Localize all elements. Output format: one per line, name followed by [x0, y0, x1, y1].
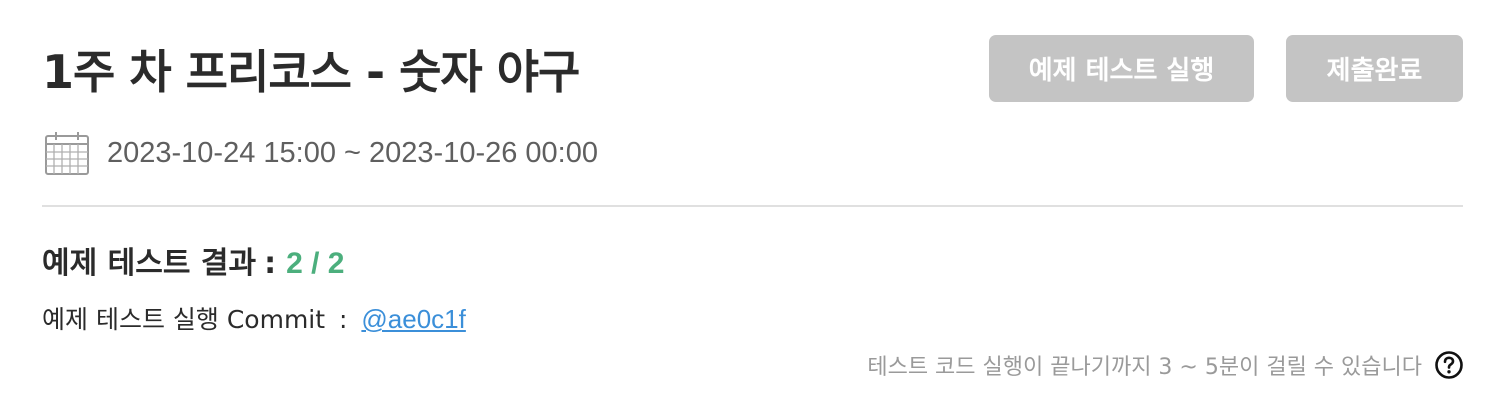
test-result-label: 예제 테스트 결과 — [42, 246, 257, 281]
commit-label: 예제 테스트 실행 Commit — [42, 305, 326, 334]
notice-text: 테스트 코드 실행이 끝나기까지 3 ~ 5분이 걸릴 수 있습니다 — [867, 355, 1422, 380]
submit-complete-button[interactable]: 제출완료 — [1286, 35, 1463, 102]
calendar-icon — [45, 132, 89, 175]
schedule-period: 2023-10-24 15:00 ~ 2023-10-26 00:00 — [107, 136, 598, 169]
test-result-separator: : — [264, 246, 277, 281]
commit-info: 예제 테스트 실행 Commit : @ae0c1f — [42, 300, 466, 336]
divider — [42, 205, 1463, 207]
commit-separator: : — [339, 305, 348, 334]
page-title: 1주 차 프리코스 - 숫자 야구 — [42, 45, 580, 99]
test-result: 예제 테스트 결과 : 2 / 2 — [42, 238, 344, 282]
assignment-page: 1주 차 프리코스 - 숫자 야구 예제 테스트 실행 제출완료 2023-10… — [0, 0, 1506, 416]
test-result-score: 2 / 2 — [286, 247, 345, 280]
run-sample-test-button[interactable]: 예제 테스트 실행 — [989, 35, 1254, 102]
notice: 테스트 코드 실행이 끝나기까지 3 ~ 5분이 걸릴 수 있습니다 — [867, 345, 1464, 385]
help-icon[interactable] — [1434, 350, 1464, 380]
schedule-row: 2023-10-24 15:00 ~ 2023-10-26 00:00 — [44, 130, 598, 176]
commit-hash-link[interactable]: @ae0c1f — [361, 304, 465, 334]
